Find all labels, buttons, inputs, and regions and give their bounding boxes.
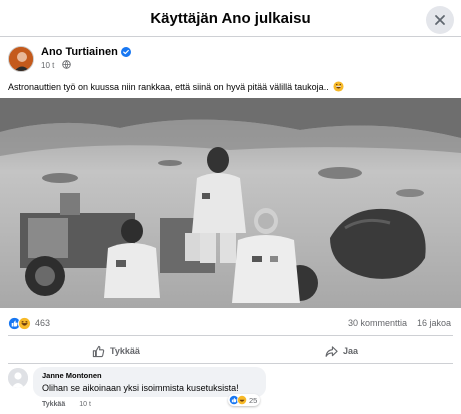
thumbs-up-icon — [92, 345, 105, 357]
commenter-avatar[interactable] — [8, 368, 28, 388]
like-button-label: Tykkää — [110, 346, 140, 356]
close-icon — [435, 15, 445, 25]
post-photo[interactable] — [0, 98, 461, 308]
haha-reaction-icon — [237, 395, 247, 405]
post-reactions-summary[interactable]: 463 — [8, 316, 50, 330]
comment-bubble: Janne Montonen Olihan se aikoinaan yksi … — [33, 367, 266, 397]
post-author-name[interactable]: Ano Turtiainen — [41, 46, 118, 58]
share-button-label: Jaa — [343, 346, 359, 356]
post-text: Astronauttien työ on kuussa niin rankkaa… — [8, 81, 344, 92]
like-button[interactable]: Tykkää — [92, 342, 140, 360]
divider — [8, 363, 453, 364]
post-timestamp[interactable]: 10 t — [41, 61, 54, 70]
haha-reaction-icon — [18, 316, 31, 330]
astronauts-photo — [0, 98, 461, 308]
comment-actions: Tykkää 10 t — [42, 401, 91, 408]
divider — [8, 335, 453, 336]
author-avatar[interactable] — [8, 46, 34, 72]
comment-like-button[interactable]: Tykkää — [42, 401, 65, 408]
close-button[interactable] — [426, 6, 454, 34]
dialog-header: Käyttäjän Ano julkaisu — [0, 0, 461, 37]
comment-reactions[interactable]: 25 — [228, 394, 261, 406]
comment-timestamp[interactable]: 10 t — [79, 401, 91, 408]
share-arrow-icon — [325, 345, 338, 357]
post-text-content: Astronauttien työ on kuussa niin rankkaa… — [8, 82, 329, 92]
reaction-count: 463 — [35, 318, 51, 328]
dialog-title: Käyttäjän Ano julkaisu — [150, 10, 311, 27]
verified-badge-icon — [121, 47, 131, 57]
post-author-row: Ano Turtiainen 10 t — [8, 46, 448, 76]
comment-author-name[interactable]: Janne Montonen — [42, 371, 257, 380]
globe-icon — [62, 60, 71, 69]
comments-count-link[interactable]: 30 kommenttia — [348, 318, 407, 328]
comment-text: Olihan se aikoinaan yksi isoimmista kuse… — [42, 383, 239, 393]
grin-emoji-icon — [333, 81, 344, 92]
shares-count-link[interactable]: 16 jakoa — [417, 318, 451, 328]
post-stats: 30 kommenttia 16 jakoa — [348, 318, 451, 328]
comment-reaction-count: 25 — [249, 395, 258, 405]
share-button[interactable]: Jaa — [325, 342, 358, 360]
